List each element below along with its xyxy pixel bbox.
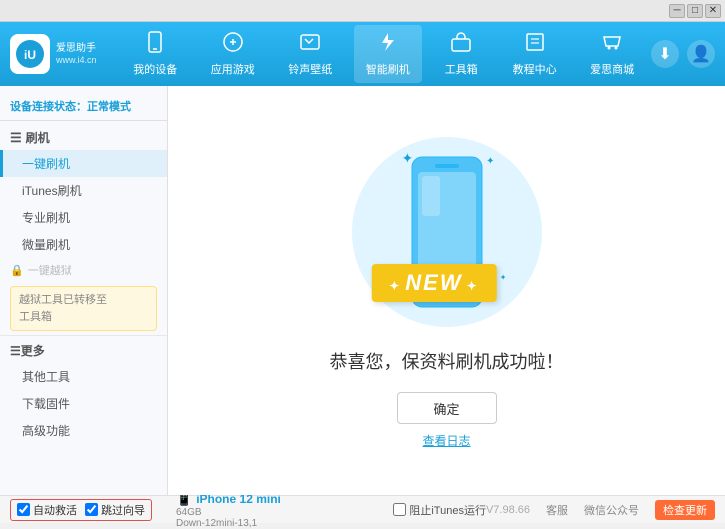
check-update-button[interactable]: 检查更新: [655, 500, 715, 520]
stop-itunes-wrap: 阻止iTunes运行: [393, 502, 486, 518]
user-button[interactable]: 👤: [687, 40, 715, 68]
title-bar: ─ □ ✕: [0, 0, 725, 22]
ringtone-icon: [299, 31, 321, 59]
maximize-button[interactable]: □: [687, 4, 703, 18]
nav-item-tutorial[interactable]: 教程中心: [501, 25, 569, 83]
nav-items: 我的设备 应用游戏 铃声壁纸 智能刷机 工具箱: [117, 25, 651, 83]
skip-wizard-checkbox[interactable]: [85, 503, 98, 516]
sparkle-1: ✦: [402, 150, 414, 167]
sidebar-item-other-tools[interactable]: 其他工具: [0, 363, 167, 390]
skip-wizard-wrap: 跳过向导: [85, 502, 145, 518]
toolbox-icon: [450, 31, 472, 59]
smart-flash-icon: [377, 31, 399, 59]
stop-itunes-checkbox[interactable]: [393, 503, 406, 516]
bottom-bar: 自动救活 跳过向导 📱 iPhone 12 mini 64GB Down-12m…: [0, 495, 725, 523]
logo-text: 爱思助手 www.i4.cn: [56, 42, 97, 67]
device-system: Down-12mini-13,1: [176, 518, 281, 529]
customer-service-link[interactable]: 客服: [546, 502, 568, 518]
nav-item-shop[interactable]: 爱思商城: [578, 25, 646, 83]
main-content: ✦ ✦ ✦ NEW 恭喜您，: [168, 86, 725, 495]
jailbreak-notice: 越狱工具已转移至 工具箱: [10, 286, 157, 331]
my-device-icon: [144, 31, 166, 59]
sidebar-item-pro-flash[interactable]: 专业刷机: [0, 204, 167, 231]
apps-games-icon: [222, 31, 244, 59]
sparkle-2: ✦: [486, 156, 494, 167]
auto-update-wrap: 自动救活: [17, 502, 77, 518]
more-section-icon: ☰: [10, 344, 21, 358]
close-button[interactable]: ✕: [705, 4, 721, 18]
nav-item-ringtone[interactable]: 铃声壁纸: [276, 25, 344, 83]
tutorial-icon: [524, 31, 546, 59]
stop-itunes-label[interactable]: 阻止iTunes运行: [409, 502, 486, 518]
wechat-link[interactable]: 微信公众号: [584, 502, 639, 518]
sparkle-3: ✦: [500, 273, 507, 282]
logo-area: iU 爱思助手 www.i4.cn: [10, 34, 97, 74]
main-layout: 设备连接状态：正常模式 ☰ 刷机 一键刷机 iTunes刷机 专业刷机 微量刷机…: [0, 86, 725, 495]
shop-icon: [601, 31, 623, 59]
top-nav: iU 爱思助手 www.i4.cn 我的设备 应用游戏 铃声壁纸: [0, 22, 725, 86]
sidebar: 设备连接状态：正常模式 ☰ 刷机 一键刷机 iTunes刷机 专业刷机 微量刷机…: [0, 86, 168, 495]
auto-update-checkbox[interactable]: [17, 503, 30, 516]
minimize-button[interactable]: ─: [669, 4, 685, 18]
success-illustration: ✦ ✦ ✦ NEW 恭喜您，: [330, 132, 564, 449]
logo-icon: iU: [10, 34, 50, 74]
sidebar-item-itunes-flash[interactable]: iTunes刷机: [0, 177, 167, 204]
sidebar-item-download-fw[interactable]: 下载固件: [0, 390, 167, 417]
nav-right: ⬇ 👤: [651, 40, 715, 68]
version-text: V7.98.66: [486, 504, 530, 516]
sidebar-item-advanced[interactable]: 高级功能: [0, 417, 167, 444]
sidebar-section-more: ☰ 更多: [0, 335, 167, 363]
confirm-button[interactable]: 确定: [397, 392, 497, 424]
sidebar-item-one-key-flash[interactable]: 一键刷机: [0, 150, 167, 177]
flash-section-icon: ☰: [10, 130, 22, 146]
nav-item-smart-flash[interactable]: 智能刷机: [354, 25, 422, 83]
download-button[interactable]: ⬇: [651, 40, 679, 68]
device-status: 设备连接状态：正常模式: [0, 94, 167, 121]
lock-icon: 🔒: [10, 264, 24, 277]
view-log-link[interactable]: 查看日志: [422, 432, 470, 449]
sidebar-section-jailbreak: 🔒 一键越狱: [0, 258, 167, 282]
nav-item-my-device[interactable]: 我的设备: [121, 25, 189, 83]
new-ribbon: NEW: [371, 264, 496, 302]
nav-item-toolbox[interactable]: 工具箱: [431, 25, 491, 83]
skip-wizard-label[interactable]: 跳过向导: [101, 502, 145, 518]
sidebar-item-save-data-flash[interactable]: 微量刷机: [0, 231, 167, 258]
svg-text:iU: iU: [24, 48, 36, 62]
checkbox-group: 自动救活 跳过向导: [10, 499, 152, 521]
phone-new-wrap: ✦ ✦ ✦ NEW: [347, 132, 547, 332]
nav-item-apps-games[interactable]: 应用游戏: [199, 25, 267, 83]
auto-update-label[interactable]: 自动救活: [33, 502, 77, 518]
bottom-right: V7.98.66 客服 微信公众号 检查更新: [486, 500, 715, 520]
success-text: 恭喜您，保资料刷机成功啦！: [330, 348, 564, 374]
sidebar-section-flash: ☰ 刷机: [0, 125, 167, 150]
device-storage: 64GB: [176, 507, 281, 518]
